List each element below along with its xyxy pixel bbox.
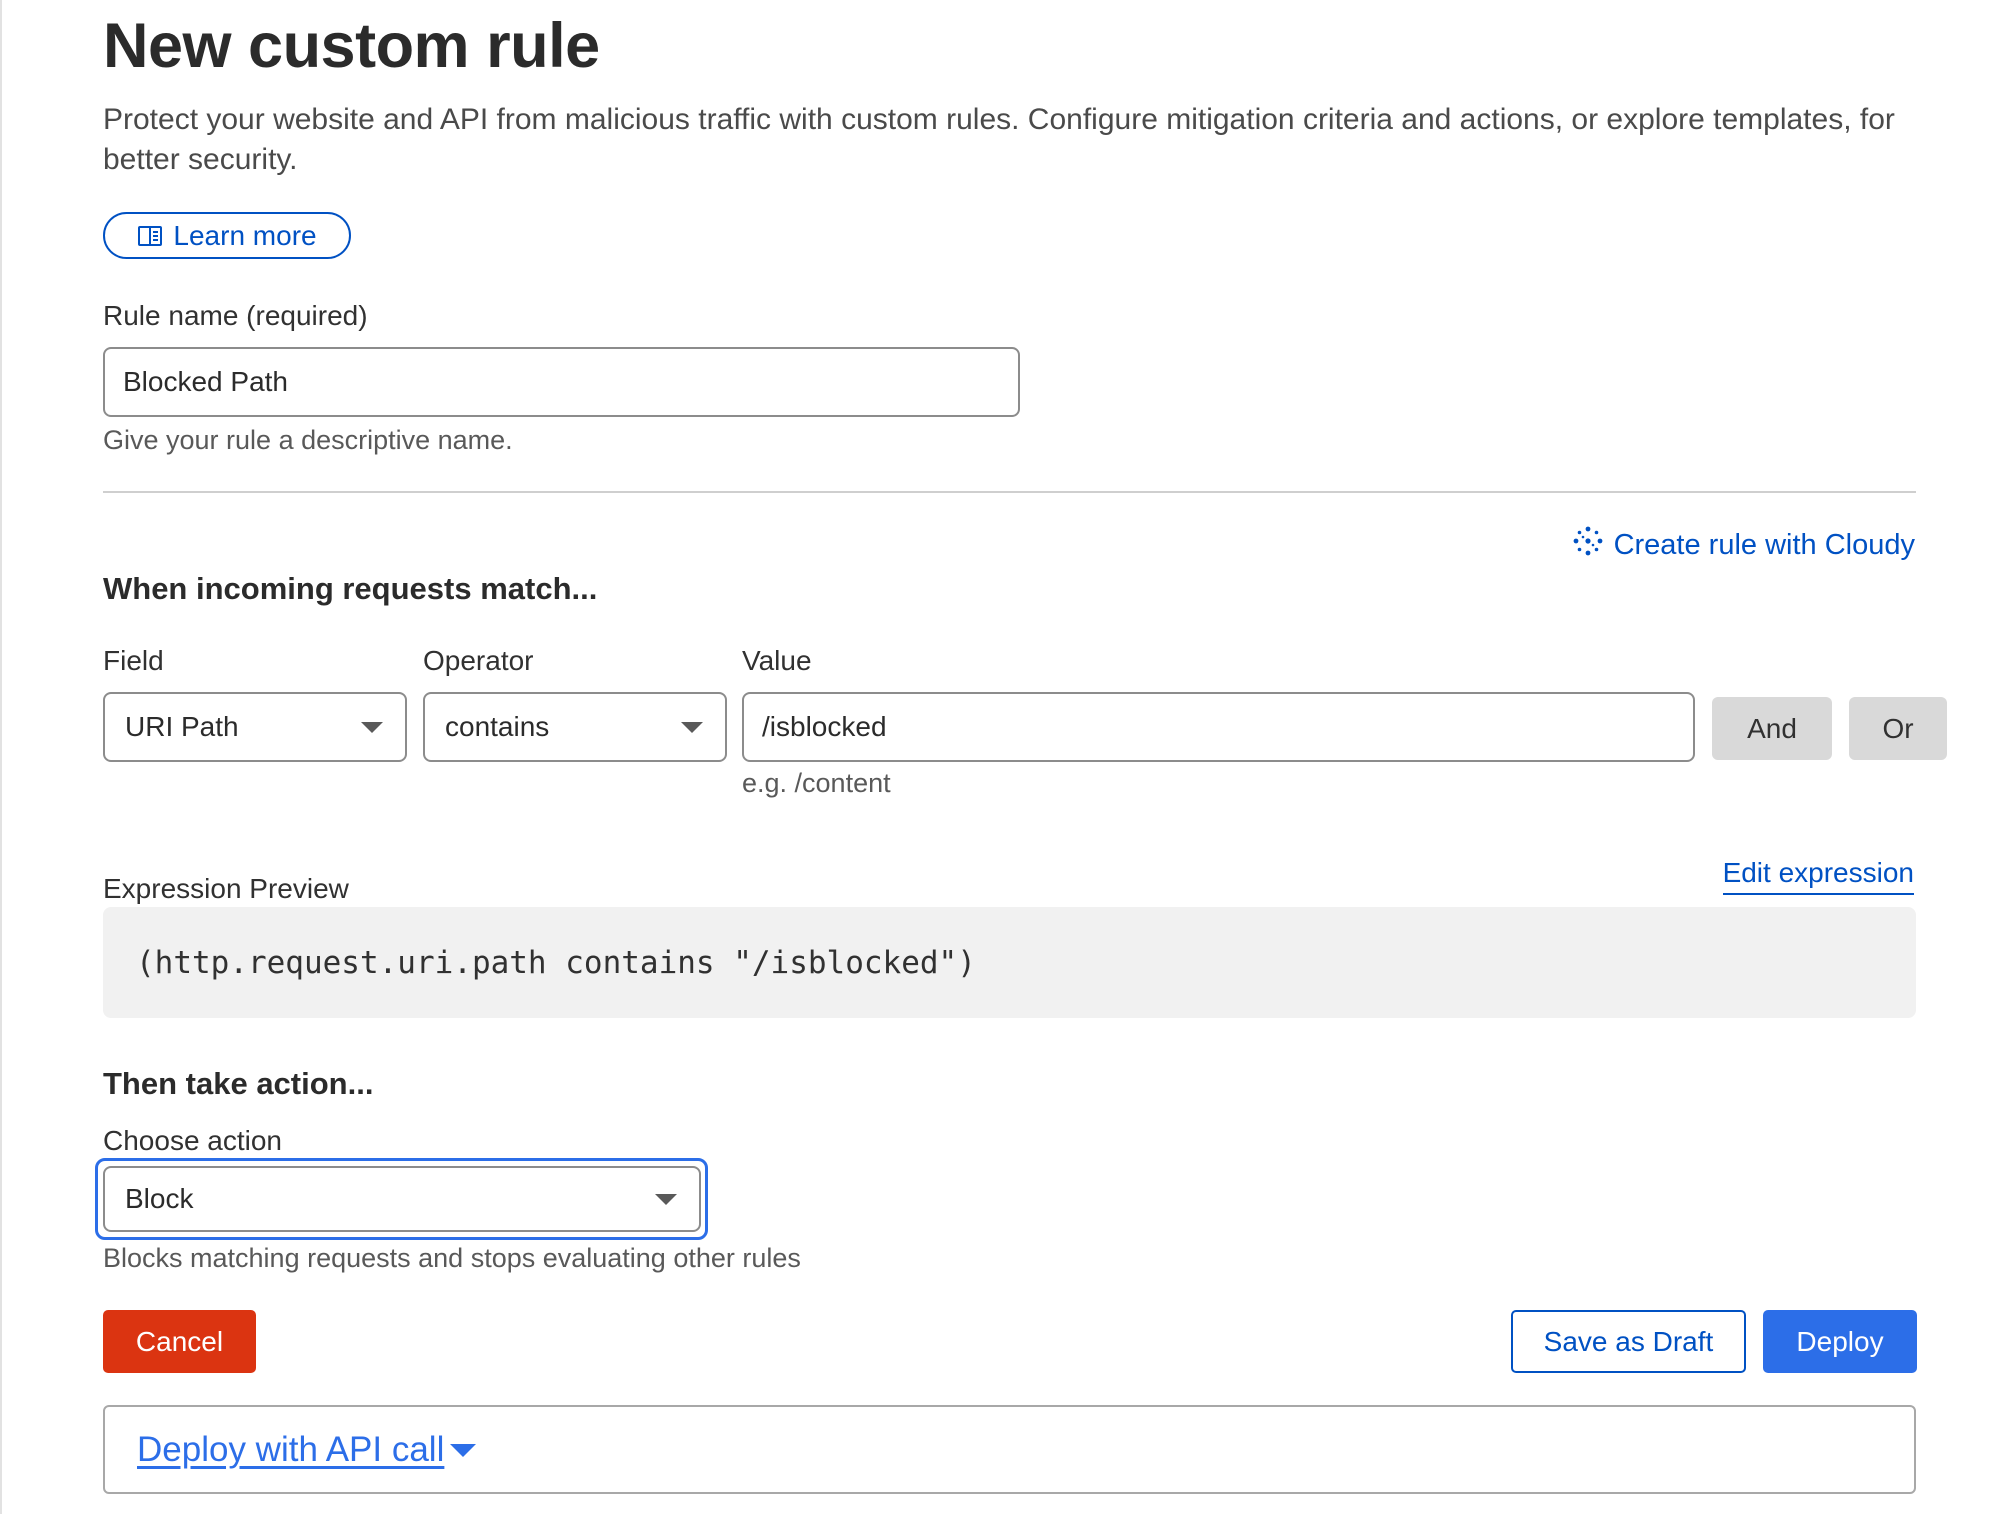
expression-preview-label: Expression Preview: [103, 873, 349, 904]
sparkle-icon: [1572, 525, 1604, 565]
value-label: Value: [742, 645, 812, 676]
cloudy-link-label: Create rule with Cloudy: [1613, 528, 1915, 561]
value-input[interactable]: /isblocked: [742, 692, 1695, 762]
cancel-button[interactable]: Cancel: [103, 1310, 256, 1373]
create-rule-with-cloudy-link[interactable]: Create rule with Cloudy: [1572, 525, 1915, 565]
expression-code: (http.request.uri.path contains "/isbloc…: [136, 944, 976, 981]
value-hint: e.g. /content: [742, 768, 891, 798]
or-button[interactable]: Or: [1849, 697, 1947, 760]
left-border: [0, 0, 2, 1514]
deploy-with-api-call-link[interactable]: Deploy with API call: [137, 1429, 477, 1470]
action-hint: Blocks matching requests and stops evalu…: [103, 1243, 801, 1273]
value-input-value: /isblocked: [762, 711, 887, 742]
chevron-down-icon: [361, 721, 383, 733]
caret-down-icon: [450, 1444, 477, 1457]
expression-preview-box: (http.request.uri.path contains "/isbloc…: [103, 907, 1916, 1018]
rule-name-value: Blocked Path: [123, 366, 288, 397]
page-description: Protect your website and API from malici…: [103, 103, 1895, 176]
operator-label: Operator: [423, 645, 534, 676]
page-title: New custom rule: [103, 11, 600, 81]
field-label: Field: [103, 645, 164, 676]
api-link-label: Deploy with API call: [137, 1429, 445, 1469]
section-divider: [103, 491, 1916, 493]
learn-more-button[interactable]: Learn more: [103, 212, 351, 259]
deploy-button[interactable]: Deploy: [1763, 1310, 1917, 1373]
save-as-draft-button[interactable]: Save as Draft: [1511, 1310, 1746, 1373]
field-select-value: URI Path: [125, 711, 239, 742]
action-heading: Then take action...: [103, 1066, 374, 1101]
learn-more-label: Learn more: [173, 219, 317, 251]
choose-action-label: Choose action: [103, 1125, 283, 1156]
action-select[interactable]: Block: [103, 1166, 701, 1232]
operator-select-value: contains: [445, 711, 550, 742]
rule-name-label: Rule name (required): [103, 300, 368, 331]
operator-select[interactable]: contains: [423, 692, 727, 762]
field-select[interactable]: URI Path: [103, 692, 407, 762]
book-icon: [137, 224, 163, 248]
match-heading: When incoming requests match...: [103, 571, 598, 606]
and-button[interactable]: And: [1712, 697, 1832, 760]
deploy-api-panel: Deploy with API call: [103, 1405, 1916, 1494]
chevron-down-icon: [655, 1193, 677, 1205]
rule-name-hint: Give your rule a descriptive name.: [103, 425, 513, 455]
rule-name-input[interactable]: Blocked Path: [103, 347, 1020, 417]
action-select-value: Block: [125, 1183, 194, 1214]
edit-expression-link[interactable]: Edit expression: [1722, 857, 1914, 895]
chevron-down-icon: [681, 721, 703, 733]
